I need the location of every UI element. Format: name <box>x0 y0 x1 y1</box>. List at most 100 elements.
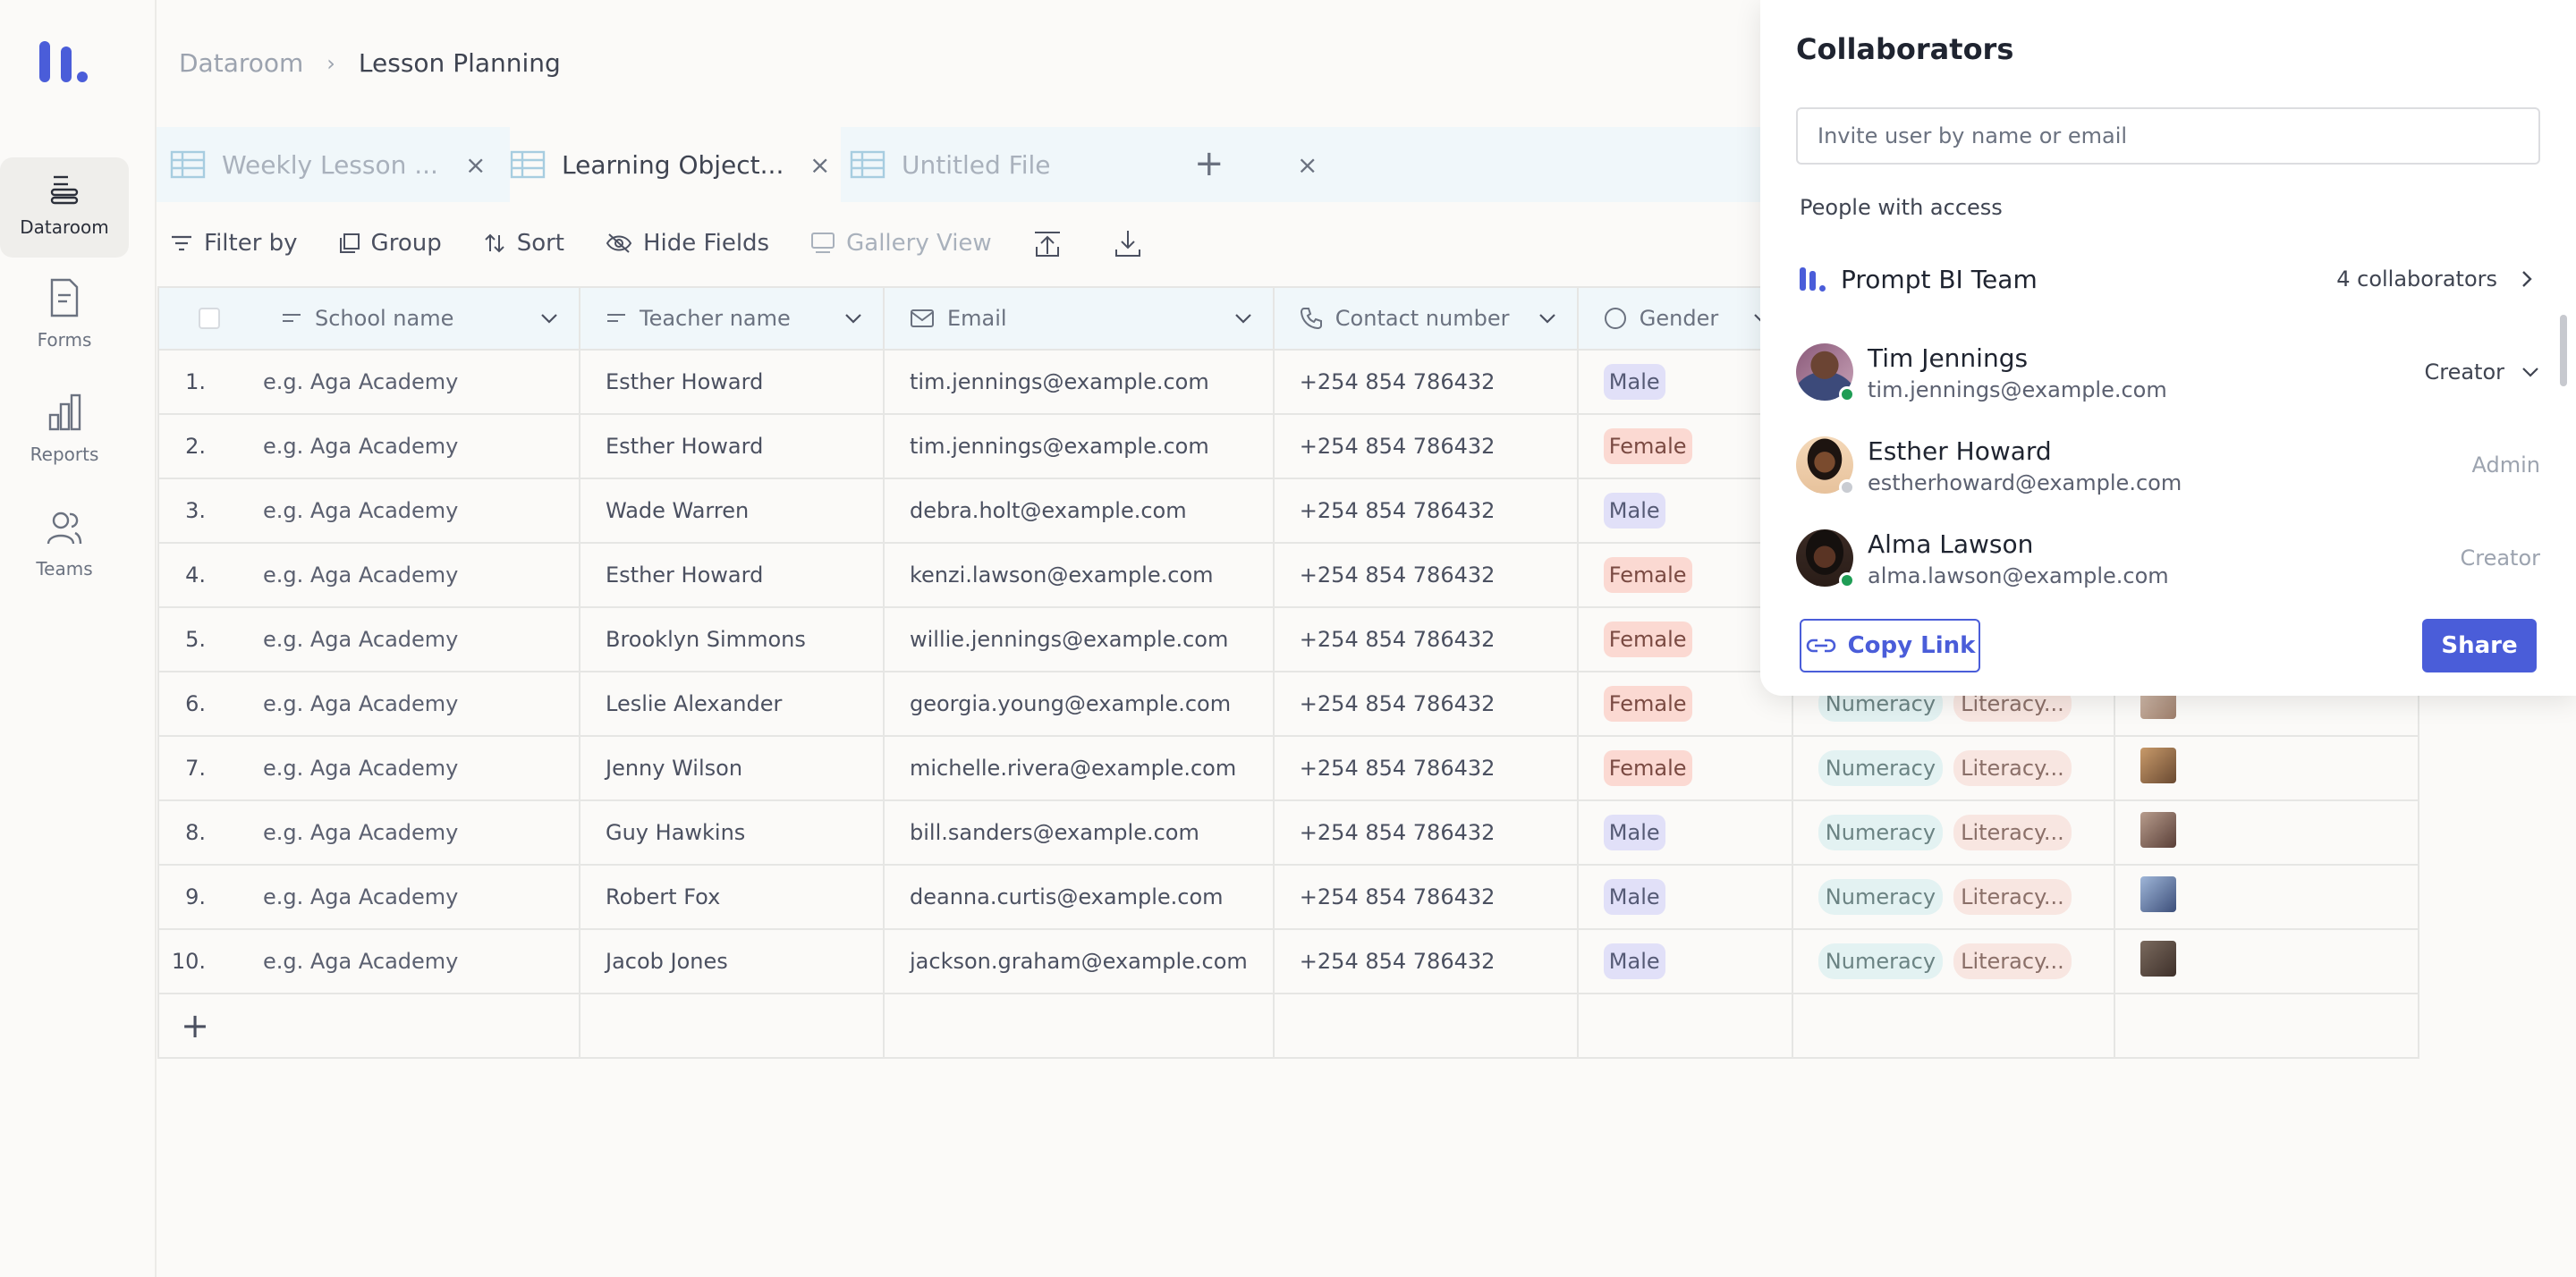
contact-cell[interactable]: +254 854 786432 <box>1272 671 1579 737</box>
gender-cell[interactable]: Male <box>1576 928 1793 994</box>
download-button[interactable] <box>1114 228 1153 258</box>
teacher-cell[interactable]: Esther Howard <box>579 413 885 479</box>
column-header-email[interactable]: Email <box>883 286 1275 351</box>
email-cell[interactable]: michelle.rivera@example.com <box>883 735 1275 801</box>
subject-tag[interactable]: Literacy... <box>1953 879 2072 915</box>
column-header-teacher[interactable]: Teacher name <box>579 286 885 351</box>
contact-cell[interactable]: +254 854 786432 <box>1272 349 1579 415</box>
sidebar-item-reports[interactable]: Reports <box>0 392 129 492</box>
share-button[interactable]: Share <box>2422 619 2537 672</box>
email-cell[interactable]: debra.holt@example.com <box>883 478 1275 544</box>
gender-cell[interactable]: Male <box>1576 864 1793 930</box>
tab-learning-objectives[interactable]: Learning Object... × <box>510 127 841 202</box>
add-row-button[interactable]: + <box>160 1006 231 1045</box>
school-cell[interactable]: 2. e.g. Aga Academy <box>157 413 580 479</box>
attachments-cell[interactable] <box>2113 928 2419 994</box>
subject-tag[interactable]: Literacy... <box>1953 750 2072 786</box>
collaborator-row[interactable]: Alma Lawson alma.lawson@example.com Crea… <box>1796 529 2540 601</box>
subjects-cell[interactable]: Numeracy Literacy... <box>1791 735 2115 801</box>
contact-cell[interactable]: +254 854 786432 <box>1272 928 1579 994</box>
teacher-cell[interactable]: Jenny Wilson <box>579 735 885 801</box>
subjects-cell[interactable]: Numeracy Literacy... <box>1791 799 2115 866</box>
subject-tag[interactable]: Numeracy <box>1818 943 1944 979</box>
subject-tag[interactable]: Numeracy <box>1818 750 1944 786</box>
school-cell[interactable]: 10. e.g. Aga Academy <box>157 928 580 994</box>
table-row[interactable]: 8. e.g. Aga Academy Guy Hawkins bill.sander… <box>157 799 2419 866</box>
subject-tag[interactable]: Numeracy <box>1818 879 1944 915</box>
email-cell[interactable]: tim.jennings@example.com <box>883 349 1275 415</box>
teacher-cell[interactable]: Wade Warren <box>579 478 885 544</box>
teacher-cell[interactable]: Guy Hawkins <box>579 799 885 866</box>
school-cell[interactable]: 3. e.g. Aga Academy <box>157 478 580 544</box>
gender-cell[interactable]: Male <box>1576 799 1793 866</box>
contact-cell[interactable]: +254 854 786432 <box>1272 478 1579 544</box>
chevron-down-icon[interactable] <box>843 312 863 325</box>
chevron-down-icon[interactable] <box>1538 312 1557 325</box>
column-header-school[interactable]: School name <box>157 286 580 351</box>
close-icon[interactable]: × <box>809 150 830 180</box>
school-cell[interactable]: 1. e.g. Aga Academy <box>157 349 580 415</box>
add-row[interactable]: + <box>157 993 2419 1059</box>
contact-cell[interactable]: +254 854 786432 <box>1272 735 1579 801</box>
gallery-view-button[interactable]: Gallery View <box>810 230 992 257</box>
close-icon[interactable]: × <box>1297 150 1318 180</box>
teacher-cell[interactable]: Jacob Jones <box>579 928 885 994</box>
invite-input[interactable] <box>1796 107 2540 165</box>
column-header-contact[interactable]: Contact number <box>1272 286 1579 351</box>
school-cell[interactable]: 5. e.g. Aga Academy <box>157 606 580 672</box>
school-cell[interactable]: 9. e.g. Aga Academy <box>157 864 580 930</box>
collaborator-row[interactable]: Tim Jennings tim.jennings@example.com Cr… <box>1796 343 2540 415</box>
breadcrumb-root[interactable]: Dataroom <box>179 48 303 78</box>
subjects-cell[interactable]: Numeracy Literacy... <box>1791 864 2115 930</box>
sidebar-item-teams[interactable]: Teams <box>0 508 129 608</box>
sidebar-item-dataroom[interactable]: Dataroom <box>0 157 129 258</box>
group-button[interactable]: Group <box>339 230 442 257</box>
teacher-cell[interactable]: Esther Howard <box>579 542 885 608</box>
attachment-thumbnail[interactable] <box>2140 876 2176 912</box>
collaborator-row[interactable]: Esther Howard estherhoward@example.com A… <box>1796 436 2540 508</box>
upload-button[interactable] <box>1033 229 1072 258</box>
team-row[interactable]: Prompt BI Team 4 collaborators <box>1800 259 2540 299</box>
email-cell[interactable]: deanna.curtis@example.com <box>883 864 1275 930</box>
table-row[interactable]: 7. e.g. Aga Academy Jenny Wilson michelle.r… <box>157 735 2419 801</box>
contact-cell[interactable]: +254 854 786432 <box>1272 413 1579 479</box>
teacher-cell[interactable]: Brooklyn Simmons <box>579 606 885 672</box>
email-cell[interactable]: georgia.young@example.com <box>883 671 1275 737</box>
sort-button[interactable]: Sort <box>483 230 564 257</box>
sidebar-item-forms[interactable]: Forms <box>0 277 129 377</box>
school-cell[interactable]: 6. e.g. Aga Academy <box>157 671 580 737</box>
attachments-cell[interactable] <box>2113 735 2419 801</box>
app-logo[interactable] <box>39 41 89 91</box>
attachment-thumbnail[interactable] <box>2140 941 2176 977</box>
school-cell[interactable]: 7. e.g. Aga Academy <box>157 735 580 801</box>
subjects-cell[interactable]: Numeracy Literacy... <box>1791 928 2115 994</box>
chevron-down-icon[interactable] <box>539 312 559 325</box>
contact-cell[interactable]: +254 854 786432 <box>1272 799 1579 866</box>
teacher-cell[interactable]: Leslie Alexander <box>579 671 885 737</box>
subject-tag[interactable]: Numeracy <box>1818 815 1944 850</box>
contact-cell[interactable]: +254 854 786432 <box>1272 864 1579 930</box>
subject-tag[interactable]: Literacy... <box>1953 815 2072 850</box>
gender-cell[interactable]: Female <box>1576 671 1793 737</box>
email-cell[interactable]: kenzi.lawson@example.com <box>883 542 1275 608</box>
filter-button[interactable]: Filter by <box>170 230 298 257</box>
add-tab-button[interactable]: + <box>1194 143 1224 184</box>
contact-cell[interactable]: +254 854 786432 <box>1272 542 1579 608</box>
gender-cell[interactable]: Female <box>1576 735 1793 801</box>
chevron-down-icon[interactable] <box>1233 312 1253 325</box>
attachments-cell[interactable] <box>2113 864 2419 930</box>
teacher-cell[interactable]: Robert Fox <box>579 864 885 930</box>
email-cell[interactable]: tim.jennings@example.com <box>883 413 1275 479</box>
contact-cell[interactable]: +254 854 786432 <box>1272 606 1579 672</box>
attachment-thumbnail[interactable] <box>2140 812 2176 848</box>
email-cell[interactable]: willie.jennings@example.com <box>883 606 1275 672</box>
email-cell[interactable]: jackson.graham@example.com <box>883 928 1275 994</box>
attachments-cell[interactable] <box>2113 799 2419 866</box>
table-row[interactable]: 9. e.g. Aga Academy Robert Fox deanna.curti… <box>157 864 2419 930</box>
tab-weekly-lesson[interactable]: Weekly Lesson ... × <box>170 127 501 202</box>
hide-fields-button[interactable]: Hide Fields <box>606 230 769 257</box>
close-icon[interactable]: × <box>465 150 486 180</box>
attachment-thumbnail[interactable] <box>2140 748 2176 783</box>
role-dropdown[interactable]: Creator <box>2424 359 2540 385</box>
school-cell[interactable]: 4. e.g. Aga Academy <box>157 542 580 608</box>
